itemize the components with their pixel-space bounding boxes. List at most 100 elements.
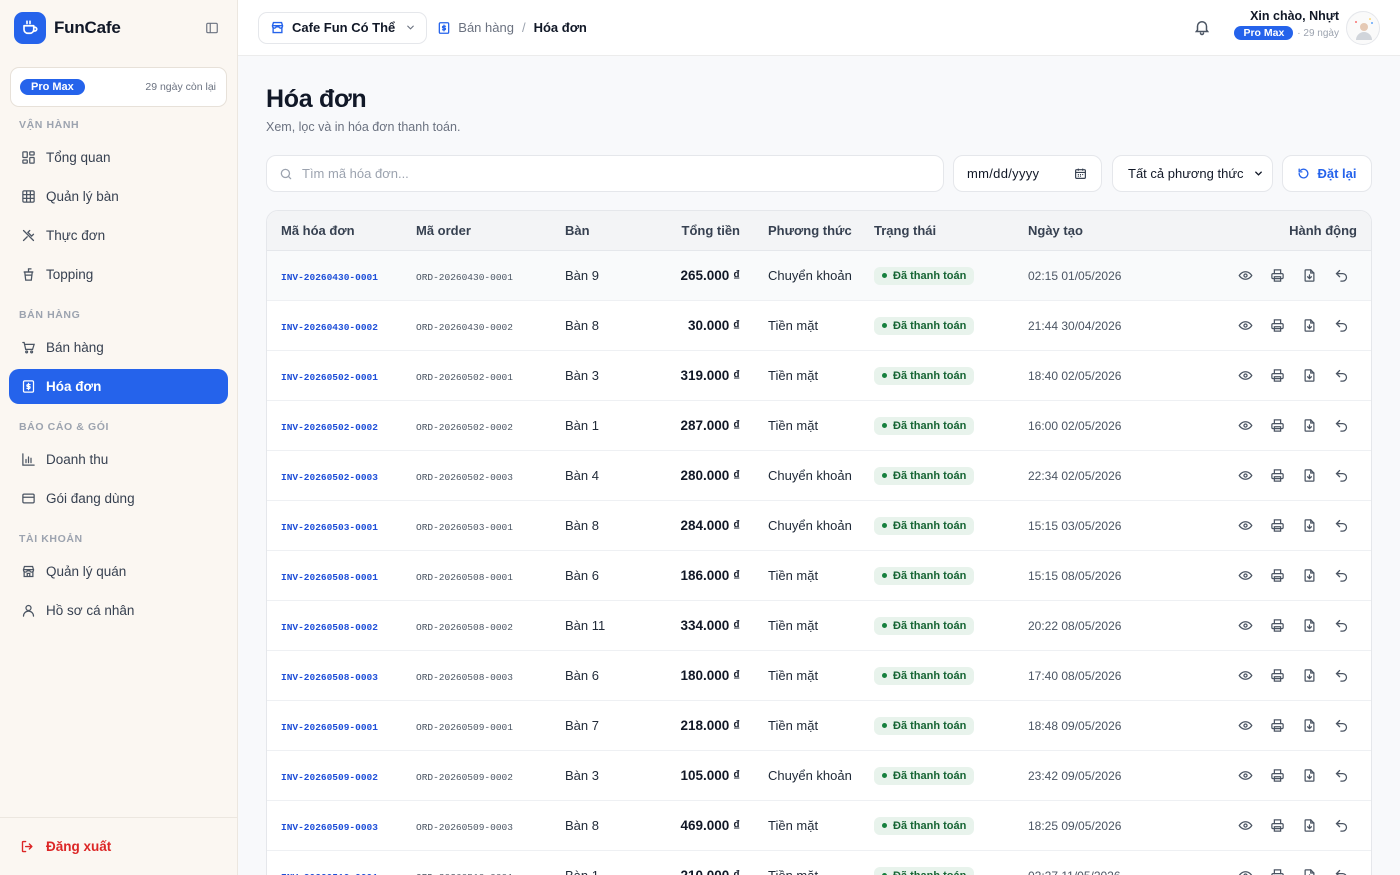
invoice-code-link[interactable]: INV-20260502-0001 — [281, 372, 378, 383]
download-icon[interactable] — [1293, 663, 1325, 689]
view-icon[interactable] — [1229, 413, 1261, 439]
reset-button[interactable]: Đặt lại — [1282, 155, 1372, 192]
sidebar-item-label: Quản lý quán — [46, 564, 127, 579]
download-icon[interactable] — [1293, 313, 1325, 339]
download-icon[interactable] — [1293, 763, 1325, 789]
sidebar-item-invoices[interactable]: Hóa đơn — [9, 369, 228, 404]
sidebar-item-topping[interactable]: Topping — [9, 257, 228, 292]
sidebar-item-tables[interactable]: Quản lý bàn — [9, 179, 228, 214]
refund-icon[interactable] — [1325, 763, 1357, 789]
avatar[interactable] — [1346, 11, 1380, 45]
payment-method-select[interactable]: Tất cả phương thức — [1112, 155, 1273, 192]
date-filter-input[interactable]: mm/dd/yyyy — [953, 155, 1102, 192]
refund-icon[interactable] — [1325, 263, 1357, 289]
view-icon[interactable] — [1229, 563, 1261, 589]
table-row[interactable]: INV-20260430-0002 ORD-20260430-0002 Bàn 8 3… — [267, 301, 1371, 351]
table-row[interactable]: INV-20260508-0003 ORD-20260508-0003 Bàn 6 1… — [267, 651, 1371, 701]
view-icon[interactable] — [1229, 513, 1261, 539]
sidebar-item-store[interactable]: Quản lý quán — [9, 554, 228, 589]
table-row[interactable]: INV-20260430-0001 ORD-20260430-0001 Bàn 9 2… — [267, 251, 1371, 301]
invoice-code-link[interactable]: INV-20260503-0001 — [281, 522, 378, 533]
view-icon[interactable] — [1229, 363, 1261, 389]
download-icon[interactable] — [1293, 413, 1325, 439]
table-row[interactable]: INV-20260502-0001 ORD-20260502-0001 Bàn 3 3… — [267, 351, 1371, 401]
print-icon[interactable] — [1261, 263, 1293, 289]
refund-icon[interactable] — [1325, 813, 1357, 839]
download-icon[interactable] — [1293, 463, 1325, 489]
download-icon[interactable] — [1293, 263, 1325, 289]
refund-icon[interactable] — [1325, 463, 1357, 489]
print-icon[interactable] — [1261, 713, 1293, 739]
refund-icon[interactable] — [1325, 513, 1357, 539]
table-row[interactable]: INV-20260502-0002 ORD-20260502-0002 Bàn 1 2… — [267, 401, 1371, 451]
view-icon[interactable] — [1229, 863, 1261, 875]
refund-icon[interactable] — [1325, 663, 1357, 689]
download-icon[interactable] — [1293, 513, 1325, 539]
breadcrumb-parent-link[interactable]: Bán hàng — [458, 20, 514, 35]
refund-icon[interactable] — [1325, 613, 1357, 639]
print-icon[interactable] — [1261, 413, 1293, 439]
invoice-code-link[interactable]: INV-20260508-0003 — [281, 672, 378, 683]
invoice-code-link[interactable]: INV-20260509-0001 — [281, 722, 378, 733]
view-icon[interactable] — [1229, 263, 1261, 289]
print-icon[interactable] — [1261, 663, 1293, 689]
sidebar-item-label: Bán hàng — [46, 340, 104, 355]
print-icon[interactable] — [1261, 363, 1293, 389]
download-icon[interactable] — [1293, 563, 1325, 589]
invoice-code-link[interactable]: INV-20260502-0002 — [281, 422, 378, 433]
table-row[interactable]: INV-20260509-0002 ORD-20260509-0002 Bàn 3 1… — [267, 751, 1371, 801]
bell-icon[interactable] — [1193, 18, 1213, 38]
view-icon[interactable] — [1229, 763, 1261, 789]
table-row[interactable]: INV-20260508-0002 ORD-20260508-0002 Bàn 11… — [267, 601, 1371, 651]
sidebar-toggle-icon[interactable] — [201, 17, 223, 39]
view-icon[interactable] — [1229, 663, 1261, 689]
print-icon[interactable] — [1261, 313, 1293, 339]
refund-icon[interactable] — [1325, 413, 1357, 439]
view-icon[interactable] — [1229, 613, 1261, 639]
shop-selector[interactable]: Cafe Fun Có Thể — [258, 11, 428, 44]
table-row[interactable]: INV-20260510-0001ORD-20260510-0001Bàn 12… — [267, 851, 1371, 875]
refund-icon[interactable] — [1325, 563, 1357, 589]
invoice-code-link[interactable]: INV-20260508-0002 — [281, 622, 378, 633]
print-icon[interactable] — [1261, 463, 1293, 489]
invoice-code-link[interactable]: INV-20260509-0003 — [281, 822, 378, 833]
refund-icon[interactable] — [1325, 363, 1357, 389]
sidebar-item-overview[interactable]: Tổng quan — [9, 140, 228, 175]
view-icon[interactable] — [1229, 313, 1261, 339]
print-icon[interactable] — [1261, 513, 1293, 539]
sidebar-item-sales[interactable]: Bán hàng — [9, 330, 228, 365]
table-row[interactable]: INV-20260508-0001 ORD-20260508-0001 Bàn 6 1… — [267, 551, 1371, 601]
invoice-code-link[interactable]: INV-20260508-0001 — [281, 572, 378, 583]
refund-icon[interactable] — [1325, 313, 1357, 339]
view-icon[interactable] — [1229, 813, 1261, 839]
invoice-code-link[interactable]: INV-20260430-0002 — [281, 322, 378, 333]
download-icon[interactable] — [1293, 713, 1325, 739]
refund-icon[interactable] — [1325, 713, 1357, 739]
table-row[interactable]: INV-20260502-0003 ORD-20260502-0003 Bàn 4 2… — [267, 451, 1371, 501]
sidebar-item-plan[interactable]: Gói đang dùng — [9, 481, 228, 516]
invoice-code-link[interactable]: INV-20260430-0001 — [281, 272, 378, 283]
print-icon[interactable] — [1261, 613, 1293, 639]
logout-button[interactable]: Đăng xuất — [9, 829, 228, 864]
table-row[interactable]: INV-20260509-0001 ORD-20260509-0001 Bàn 7 2… — [267, 701, 1371, 751]
table-row[interactable]: INV-20260509-0003 ORD-20260509-0003 Bàn 8 4… — [267, 801, 1371, 851]
invoice-code-link[interactable]: INV-20260509-0002 — [281, 772, 378, 783]
refund-icon[interactable] — [1325, 863, 1357, 875]
invoice-code-link[interactable]: INV-20260502-0003 — [281, 472, 378, 483]
download-icon[interactable] — [1293, 813, 1325, 839]
download-icon[interactable] — [1293, 863, 1325, 875]
sidebar-item-profile[interactable]: Hồ sơ cá nhân — [9, 593, 228, 628]
calendar-icon[interactable] — [1074, 167, 1088, 181]
download-icon[interactable] — [1293, 613, 1325, 639]
print-icon[interactable] — [1261, 813, 1293, 839]
search-input[interactable] — [302, 166, 931, 181]
download-icon[interactable] — [1293, 363, 1325, 389]
print-icon[interactable] — [1261, 563, 1293, 589]
view-icon[interactable] — [1229, 463, 1261, 489]
print-icon[interactable] — [1261, 863, 1293, 875]
view-icon[interactable] — [1229, 713, 1261, 739]
sidebar-item-revenue[interactable]: Doanh thu — [9, 442, 228, 477]
print-icon[interactable] — [1261, 763, 1293, 789]
sidebar-item-menu[interactable]: Thực đơn — [9, 218, 228, 253]
table-row[interactable]: INV-20260503-0001 ORD-20260503-0001 Bàn 8 2… — [267, 501, 1371, 551]
